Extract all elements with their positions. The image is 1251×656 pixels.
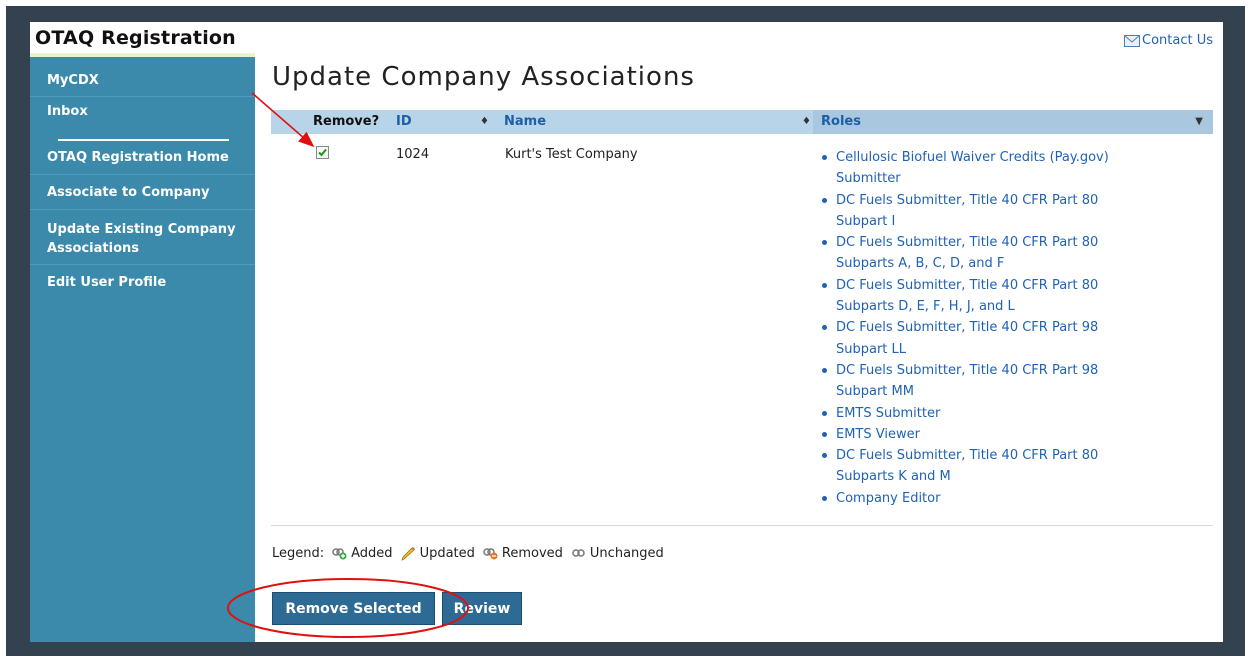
sidebar-item-mycdx[interactable]: MyCDX [30, 65, 255, 97]
contact-us-label: Contact Us [1142, 33, 1213, 48]
role-item: DC Fuels Submitter, Title 40 CFR Part 80… [819, 232, 1149, 275]
link-removed-icon [483, 547, 498, 559]
legend-unchanged-label: Unchanged [589, 546, 664, 561]
checkmark-icon [318, 148, 327, 157]
app-title: OTAQ Registration [35, 27, 236, 49]
column-header-remove: Remove? [313, 114, 380, 129]
sort-icon[interactable]: ♦ [480, 110, 489, 134]
legend-added: Added [332, 546, 393, 561]
table-header: Remove? ID ♦ Name ♦ Roles ▼ [271, 110, 1213, 134]
pencil-icon [400, 546, 415, 561]
sidebar-item-label: Edit User Profile [47, 275, 167, 290]
link-icon [572, 548, 585, 557]
role-item: EMTS Viewer [819, 424, 1149, 445]
role-item: Cellulosic Biofuel Waiver Credits (Pay.g… [819, 147, 1149, 190]
sidebar: MyCDX Inbox OTAQ Registration Home Assoc… [30, 57, 255, 642]
column-header-name[interactable]: Name [504, 110, 546, 134]
sidebar-item-otaq-home[interactable]: OTAQ Registration Home [30, 141, 255, 175]
role-item: DC Fuels Submitter, Title 40 CFR Part 98… [819, 360, 1149, 403]
roles-list: Cellulosic Biofuel Waiver Credits (Pay.g… [819, 147, 1149, 509]
role-item: DC Fuels Submitter, Title 40 CFR Part 80… [819, 190, 1149, 233]
sidebar-item-label: Associate to Company [47, 185, 210, 200]
envelope-icon [1124, 34, 1140, 47]
column-header-roles-label: Roles [821, 114, 861, 129]
sort-icon[interactable]: ♦ [802, 110, 811, 134]
sidebar-item-label: MyCDX [47, 73, 99, 88]
column-header-roles[interactable]: Roles ▼ [813, 110, 1213, 134]
sidebar-item-edit-profile[interactable]: Edit User Profile [30, 266, 255, 300]
remove-selected-button[interactable]: Remove Selected [272, 592, 435, 625]
role-item: DC Fuels Submitter, Title 40 CFR Part 98… [819, 317, 1149, 360]
role-item: DC Fuels Submitter, Title 40 CFR Part 80… [819, 275, 1149, 318]
company-name: Kurt's Test Company [505, 147, 638, 162]
sidebar-item-update-associations[interactable]: Update Existing Company Associations [30, 211, 255, 265]
legend-updated-label: Updated [419, 546, 475, 561]
link-added-icon [332, 547, 347, 559]
column-header-id[interactable]: ID [396, 110, 412, 134]
legend-unchanged: Unchanged [571, 546, 664, 561]
sidebar-item-label: OTAQ Registration Home [47, 150, 229, 165]
legend-label: Legend: [272, 546, 325, 561]
remove-checkbox[interactable] [316, 146, 329, 159]
app-window: OTAQ Registration Contact Us MyCDX Inbox… [30, 22, 1223, 642]
role-item: Company Editor [819, 488, 1149, 509]
legend-added-label: Added [351, 546, 393, 561]
sidebar-item-associate-company[interactable]: Associate to Company [30, 176, 255, 210]
chevron-down-icon[interactable]: ▼ [1195, 110, 1203, 134]
role-item: EMTS Submitter [819, 403, 1149, 424]
sidebar-item-label: Inbox [47, 104, 88, 119]
sidebar-item-label: Update Existing Company Associations [47, 222, 236, 256]
legend: Legend: Added Updated Removed Unchanged [272, 546, 664, 561]
role-item: DC Fuels Submitter, Title 40 CFR Part 80… [819, 445, 1149, 488]
table-divider [271, 525, 1213, 526]
company-id: 1024 [396, 147, 430, 162]
contact-us-link[interactable]: Contact Us [1124, 33, 1213, 48]
legend-removed: Removed [483, 546, 563, 561]
review-button[interactable]: Review [442, 592, 522, 625]
legend-removed-label: Removed [501, 546, 563, 561]
sidebar-divider [58, 139, 229, 141]
legend-updated: Updated [400, 546, 475, 561]
sidebar-item-inbox[interactable]: Inbox [30, 98, 255, 138]
page-title: Update Company Associations [272, 62, 695, 92]
